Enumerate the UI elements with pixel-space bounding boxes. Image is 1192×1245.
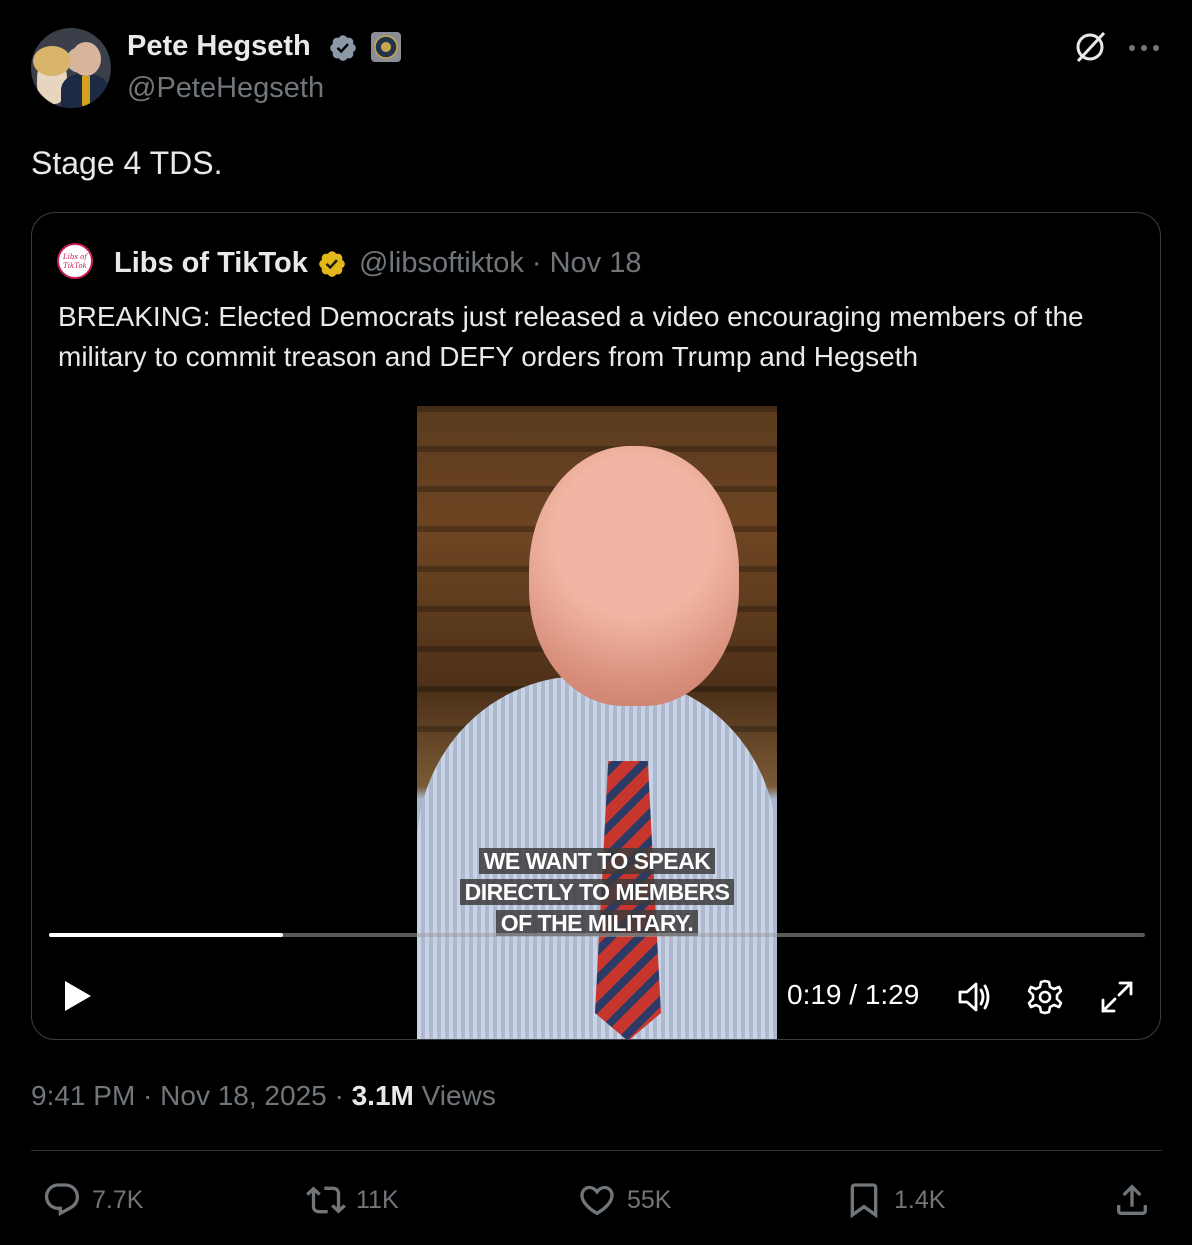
- share-icon: [1117, 1184, 1147, 1215]
- actions-divider: [31, 1150, 1162, 1151]
- bookmark-count: 1.4K: [894, 1185, 946, 1214]
- post-meta: 9:41 PM · Nov 18, 2025 · 3.1M Views: [31, 1080, 496, 1112]
- views-label: Views: [413, 1080, 496, 1111]
- quoted-post-card[interactable]: Libs of TikTok Libs of TikTok @libsoftik…: [31, 212, 1161, 1040]
- fullscreen-expand-icon[interactable]: [1099, 979, 1135, 1015]
- heart-icon: [580, 1185, 614, 1216]
- grok-icon[interactable]: [1072, 29, 1108, 65]
- author-handle[interactable]: @PeteHegseth: [127, 72, 324, 105]
- verified-badge-icon: [330, 35, 356, 61]
- post-text: Stage 4 TDS.: [31, 145, 223, 181]
- video-subject-head: [529, 446, 739, 706]
- more-options-icon[interactable]: [1126, 38, 1162, 58]
- reply-icon: [44, 1183, 80, 1217]
- play-icon[interactable]: [62, 978, 94, 1014]
- reply-button[interactable]: 7.7K: [42, 1180, 143, 1220]
- video-time: 0:19 / 1:29: [787, 979, 920, 1010]
- post-timestamp[interactable]: 9:41 PM · Nov 18, 2025 ·: [31, 1080, 352, 1111]
- quote-author-name[interactable]: Libs of TikTok: [114, 247, 308, 280]
- government-affiliation-icon[interactable]: [371, 32, 401, 62]
- repost-count: 11K: [356, 1185, 399, 1214]
- repost-button[interactable]: 11K: [306, 1180, 399, 1220]
- bookmark-button[interactable]: 1.4K: [844, 1180, 945, 1220]
- author-name[interactable]: Pete Hegseth: [127, 30, 311, 63]
- video-progress-fill[interactable]: [49, 933, 283, 937]
- quote-text: BREAKING: Elected Democrats just release…: [58, 301, 1084, 372]
- volume-icon[interactable]: [954, 977, 994, 1017]
- like-count: 55K: [627, 1185, 672, 1214]
- share-button[interactable]: [1112, 1180, 1152, 1220]
- quote-avatar[interactable]: Libs of TikTok: [57, 243, 93, 279]
- video-frame[interactable]: WE WANT TO SPEAK DIRECTLY TO MEMBERS OF …: [417, 406, 777, 1039]
- view-count: 3.1M: [351, 1080, 414, 1111]
- avatar-person-right-head: [71, 42, 101, 76]
- quote-handle-date[interactable]: @libsoftiktok · Nov 18: [359, 247, 641, 280]
- avatar-tie: [82, 76, 90, 106]
- gold-verified-badge-icon: [319, 251, 345, 277]
- caption-line-2: DIRECTLY TO MEMBERS: [459, 879, 735, 905]
- video-caption: WE WANT TO SPEAK DIRECTLY TO MEMBERS OF …: [417, 846, 777, 939]
- like-button[interactable]: 55K: [577, 1180, 671, 1220]
- caption-line-1: WE WANT TO SPEAK: [478, 848, 716, 874]
- settings-gear-icon[interactable]: [1025, 977, 1065, 1017]
- bookmark-icon: [850, 1183, 878, 1219]
- author-avatar[interactable]: [31, 28, 111, 108]
- repost-icon: [306, 1186, 346, 1214]
- reply-count: 7.7K: [92, 1185, 144, 1214]
